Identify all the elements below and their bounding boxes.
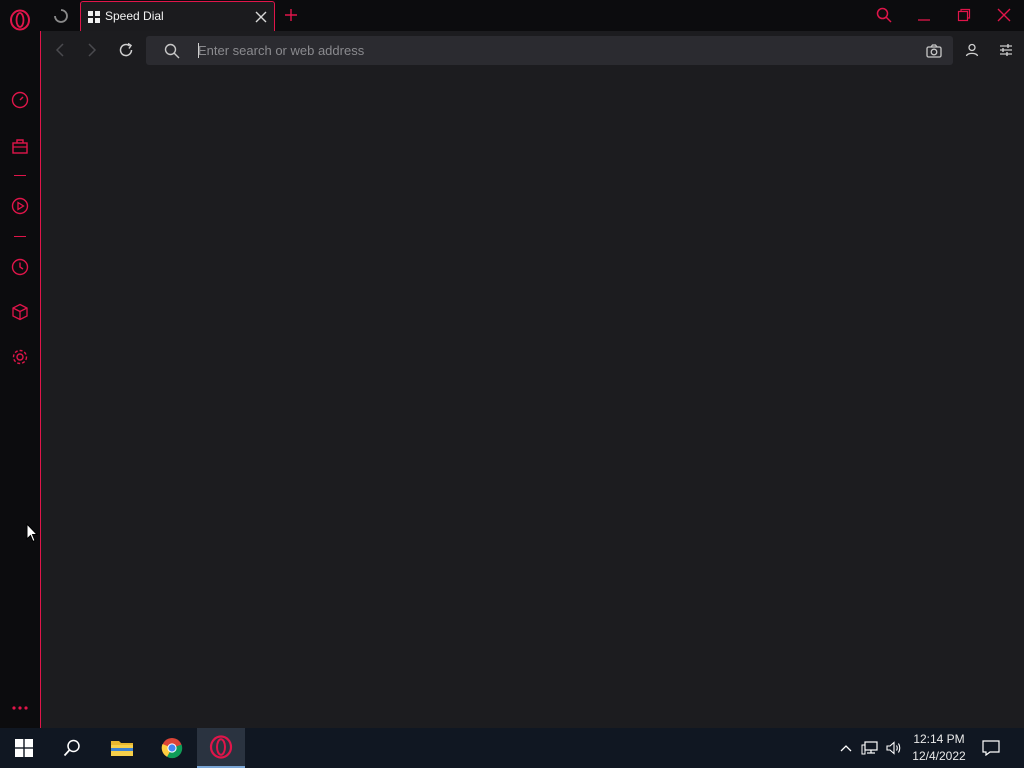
forward-button[interactable]	[80, 38, 104, 62]
camera-icon[interactable]	[925, 42, 943, 60]
easy-setup-button[interactable]	[996, 40, 1016, 60]
search-icon	[63, 739, 80, 757]
tab-title: Speed Dial	[105, 9, 164, 23]
show-hidden-icons-button[interactable]	[836, 738, 856, 758]
chrome-icon	[161, 738, 183, 759]
chevron-right-icon	[88, 43, 97, 57]
back-button[interactable]	[48, 38, 72, 62]
action-center-button[interactable]	[981, 738, 1001, 758]
sidebar-item-history[interactable]	[8, 255, 32, 279]
speedometer-icon	[11, 91, 29, 109]
close-window-button[interactable]	[984, 4, 1024, 26]
network-button[interactable]	[860, 738, 880, 758]
browser-window	[40, 31, 1024, 728]
windows-logo-icon	[15, 739, 33, 757]
search-icon	[164, 43, 180, 59]
sidebar-item-workspace[interactable]	[8, 134, 32, 158]
sidebar-item-player[interactable]	[8, 194, 32, 218]
reload-button[interactable]	[114, 38, 138, 62]
speed-dial-grid-icon	[88, 11, 100, 23]
sliders-icon	[1000, 44, 1012, 56]
opera-gx-button[interactable]	[197, 728, 245, 768]
notification-icon	[982, 740, 1000, 756]
page-content	[41, 69, 1024, 728]
briefcase-icon	[12, 139, 28, 154]
opera-logo-icon	[10, 9, 30, 31]
mouse-cursor-icon	[26, 523, 38, 543]
sidebar-separator	[14, 175, 26, 176]
volume-button[interactable]	[884, 738, 904, 758]
new-tab-plus-icon[interactable]	[282, 6, 300, 24]
sidebar-separator	[14, 236, 26, 237]
minimize-button[interactable]	[904, 4, 944, 26]
gear-icon	[12, 349, 28, 365]
tab-loading[interactable]	[48, 4, 74, 28]
account-button[interactable]	[962, 40, 982, 60]
cube-icon	[12, 303, 28, 321]
speaker-icon	[886, 741, 901, 755]
close-icon[interactable]	[254, 10, 268, 24]
clock-date: 12/4/2022	[912, 749, 966, 763]
loading-spinner-icon	[54, 9, 68, 23]
taskbar: 12:14 PM 12/4/2022	[0, 728, 1024, 768]
folder-icon	[111, 741, 133, 756]
play-circle-icon	[11, 197, 29, 215]
text-caret	[198, 43, 199, 58]
tab-search-button[interactable]	[864, 4, 904, 26]
restore-button[interactable]	[944, 4, 984, 26]
clock-time: 12:14 PM	[913, 732, 965, 746]
taskbar-search-button[interactable]	[48, 728, 96, 768]
sidebar	[0, 0, 40, 728]
reload-icon	[119, 42, 133, 57]
start-button[interactable]	[0, 728, 48, 768]
network-icon	[861, 741, 878, 755]
chevron-up-icon	[840, 745, 852, 752]
user-icon	[965, 43, 979, 57]
search-icon	[876, 7, 892, 23]
more-dots-icon	[12, 706, 28, 710]
toolbar	[41, 31, 1024, 69]
minimize-icon	[918, 19, 930, 21]
chrome-button[interactable]	[148, 728, 196, 768]
address-input[interactable]	[198, 40, 898, 61]
restore-icon	[957, 8, 971, 22]
clock-icon	[11, 258, 29, 276]
opera-menu-button[interactable]	[8, 8, 32, 32]
taskbar-clock[interactable]: 12:14 PM 12/4/2022	[904, 731, 974, 765]
opera-logo-icon	[209, 735, 233, 759]
close-icon	[997, 8, 1011, 22]
file-explorer-button[interactable]	[98, 728, 146, 768]
sidebar-item-speed-dial[interactable]	[8, 88, 32, 112]
sidebar-item-extensions[interactable]	[8, 300, 32, 324]
tab-speed-dial[interactable]: Speed Dial	[80, 1, 275, 31]
address-bar[interactable]	[146, 36, 953, 65]
sidebar-item-settings[interactable]	[8, 345, 32, 369]
tab-strip: Speed Dial	[40, 0, 1024, 31]
chevron-left-icon	[55, 43, 64, 57]
sidebar-more-button[interactable]	[8, 696, 32, 720]
